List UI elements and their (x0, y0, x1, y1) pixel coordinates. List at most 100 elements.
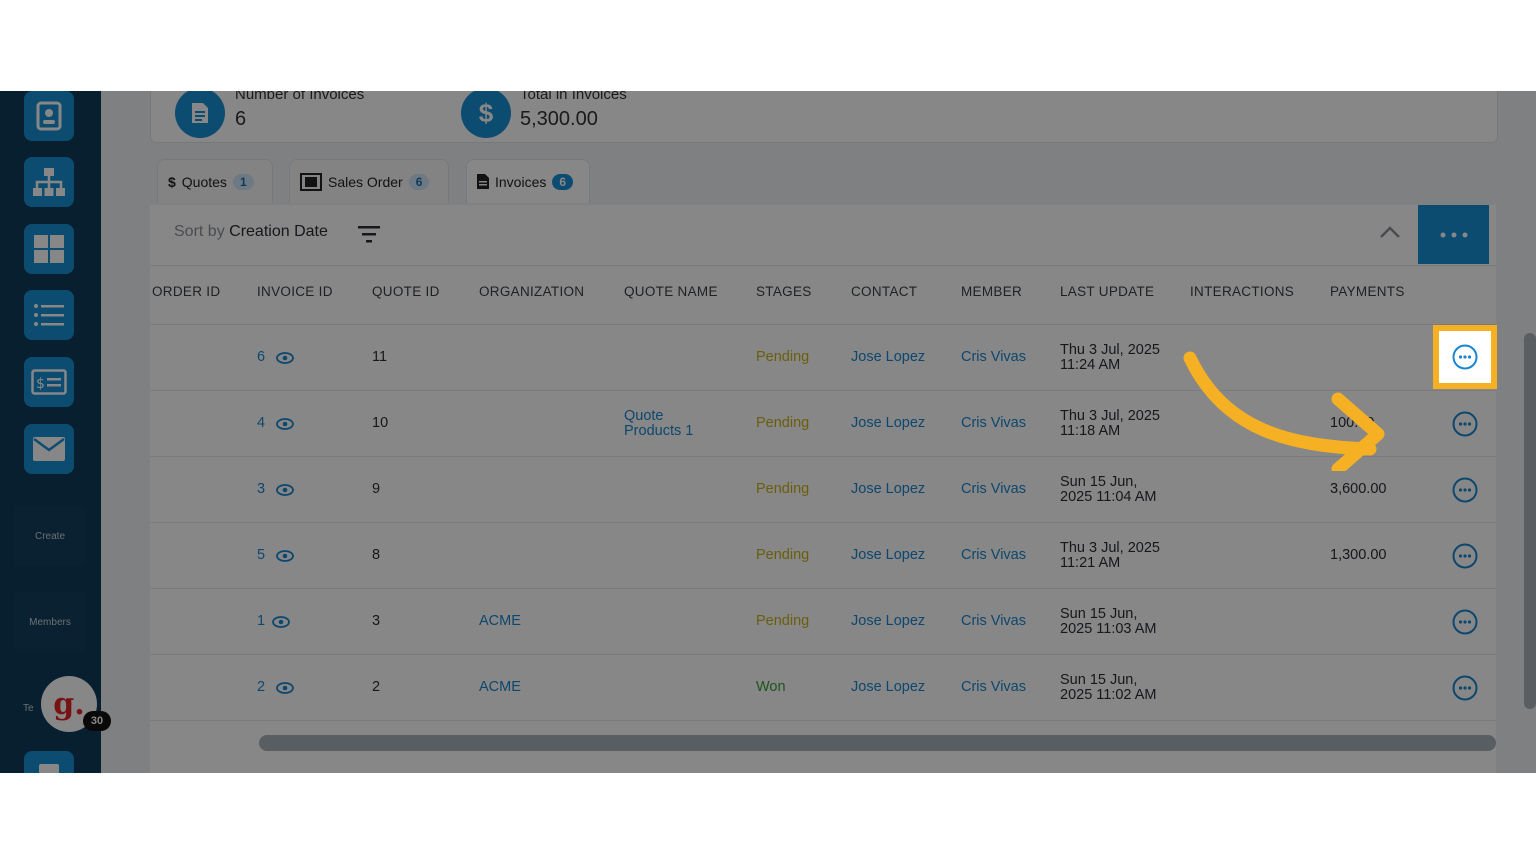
table-row[interactable]: 2 2 ACME Won Jose Lopez Cris Vivas Sun 1… (150, 655, 1496, 721)
list-icon (34, 304, 64, 326)
eye-icon[interactable] (276, 484, 294, 496)
org-chart-icon (33, 168, 65, 196)
stage-label: Pending (756, 613, 810, 629)
more-horizontal-icon (1440, 232, 1467, 237)
cash-register-icon (300, 172, 322, 191)
contact-link[interactable]: Jose Lopez (851, 613, 925, 629)
member-link[interactable]: Cris Vivas (961, 547, 1026, 563)
sidebar-members[interactable]: Members (14, 592, 86, 652)
column-header-stages[interactable]: STAGES (756, 284, 812, 299)
contact-link[interactable]: Jose Lopez (851, 481, 925, 497)
column-header-invoice-id[interactable]: INVOICE ID (257, 284, 333, 299)
grid-icon (34, 235, 64, 263)
column-header-quote-name[interactable]: QUOTE NAME (624, 284, 718, 299)
column-header-member[interactable]: MEMBER (961, 284, 1022, 299)
tab-invoices[interactable]: Invoices 6 (466, 159, 590, 203)
chevron-up-icon[interactable] (1378, 223, 1402, 241)
column-header-interactions[interactable]: INTERACTIONS (1190, 284, 1294, 299)
contact-link[interactable]: Jose Lopez (851, 679, 925, 695)
row-actions-icon[interactable] (1452, 477, 1478, 503)
last-update: Sun 15 Jun, 2025 11:02 AM (1060, 672, 1157, 703)
sidebar-item-dashboard[interactable] (24, 224, 74, 274)
stage-label: Pending (756, 349, 810, 365)
tab-label: Quotes (181, 173, 227, 190)
column-header-order-id[interactable]: ORDER ID (152, 284, 220, 299)
last-update: Thu 3 Jul, 2025 11:18 AM (1060, 408, 1160, 439)
quote-id: 2 (372, 679, 381, 695)
row-actions-icon[interactable] (1452, 543, 1478, 569)
sidebar-item-list[interactable] (24, 290, 74, 340)
row-actions-icon[interactable] (1452, 609, 1478, 635)
member-link[interactable]: Cris Vivas (961, 481, 1026, 497)
sort-field: Creation Date (229, 223, 328, 240)
column-header-payments[interactable]: PAYMENTS (1330, 284, 1405, 299)
dollar-icon: $ (461, 91, 511, 138)
row-actions-icon[interactable] (1452, 675, 1478, 701)
tab-sales-order[interactable]: Sales Order 6 (289, 159, 449, 203)
quote-id: 10 (372, 415, 389, 431)
tab-label: Invoices (495, 173, 547, 190)
sidebar-truncated-label: Te (23, 703, 34, 714)
member-link[interactable]: Cris Vivas (961, 415, 1026, 431)
invoice-count-icon (175, 91, 225, 138)
member-link[interactable]: Cris Vivas (961, 349, 1026, 365)
table-options-button[interactable] (1418, 205, 1489, 264)
stage-label: Won (756, 679, 786, 695)
sidebar-create[interactable]: Create (14, 506, 86, 566)
contact-card-icon (36, 101, 62, 131)
member-link[interactable]: Cris Vivas (961, 679, 1026, 695)
member-link[interactable]: Cris Vivas (961, 613, 1026, 629)
invoice-id-link[interactable]: 3 (257, 481, 265, 497)
eye-icon[interactable] (276, 550, 294, 562)
invoice-id-link[interactable]: 2 (257, 679, 265, 695)
invoice-total-label: Total in Invoices (520, 91, 627, 103)
column-header-last-update[interactable]: LAST UPDATE (1060, 284, 1154, 299)
contact-link[interactable]: Jose Lopez (851, 415, 925, 431)
last-update: Sun 15 Jun, 2025 11:03 AM (1060, 606, 1157, 637)
contact-link[interactable]: Jose Lopez (851, 349, 925, 365)
column-header-quote-id[interactable]: QUOTE ID (372, 284, 440, 299)
tab-count-badge: 1 (232, 173, 254, 190)
invoice-icon: $ (31, 369, 67, 395)
vertical-scrollbar[interactable] (1524, 333, 1536, 709)
column-header-contact[interactable]: CONTACT (851, 284, 917, 299)
eye-icon[interactable] (272, 616, 290, 628)
sort-bar: Sort by Creation Date (150, 205, 1496, 266)
tutorial-arrow-icon (1183, 351, 1385, 471)
sidebar-item-mail[interactable] (24, 424, 74, 474)
filter-icon[interactable] (358, 225, 380, 243)
eye-icon[interactable] (276, 682, 294, 694)
dollar-icon: $ (168, 173, 176, 190)
eye-icon[interactable] (276, 418, 294, 430)
more-horizontal-circle-icon (1452, 344, 1478, 370)
contact-link[interactable]: Jose Lopez (851, 547, 925, 563)
column-header-organization[interactable]: ORGANIZATION (479, 284, 584, 299)
quote-name-link[interactable]: Quote Products 1 (624, 409, 693, 439)
table-row[interactable]: 1 3 ACME Pending Jose Lopez Cris Vivas S… (150, 589, 1496, 655)
eye-icon[interactable] (276, 352, 294, 364)
quote-id: 8 (372, 547, 381, 563)
mail-icon (33, 437, 65, 461)
table-row[interactable]: 5 8 Pending Jose Lopez Cris Vivas Thu 3 … (150, 523, 1496, 589)
tab-label: Sales Order (328, 173, 403, 190)
highlighted-row-actions-button[interactable] (1433, 325, 1497, 389)
sidebar-item-invoices[interactable]: $ (24, 357, 74, 407)
sidebar-item-contacts[interactable] (24, 91, 74, 141)
last-update: Sun 15 Jun, 2025 11:04 AM (1060, 474, 1157, 505)
horizontal-scrollbar[interactable] (259, 735, 1496, 751)
invoice-id-link[interactable]: 5 (257, 547, 265, 563)
payment-amount: 3,600.00 (1330, 481, 1387, 497)
tab-quotes[interactable]: $ Quotes 1 (157, 159, 273, 203)
row-actions-icon[interactable] (1452, 411, 1478, 437)
invoice-id-link[interactable]: 1 (257, 613, 265, 629)
sidebar-item-documents[interactable] (24, 751, 74, 773)
invoice-id-link[interactable]: 4 (257, 415, 265, 431)
app-window: $ Create Members Te g. 30 Number of Invo… (0, 91, 1536, 773)
invoice-count-label: Number of Invoices (235, 91, 365, 103)
organization-link[interactable]: ACME (479, 679, 521, 695)
sort-dropdown[interactable]: Sort by Creation Date (174, 223, 328, 241)
avatar-notification-badge: 30 (83, 711, 111, 731)
sidebar-item-organization[interactable] (24, 157, 74, 207)
invoice-id-link[interactable]: 6 (257, 349, 265, 365)
organization-link[interactable]: ACME (479, 613, 521, 629)
